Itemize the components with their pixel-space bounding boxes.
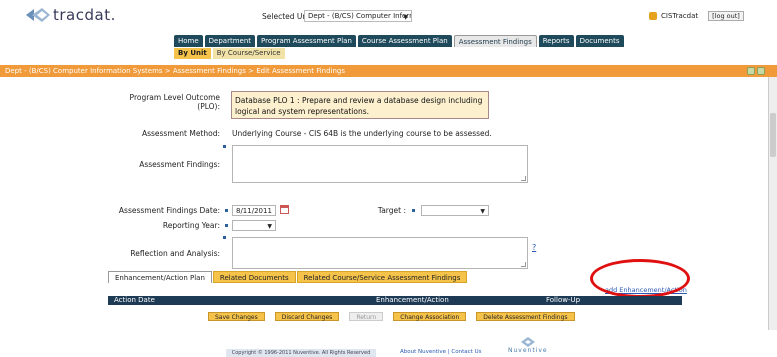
target-select[interactable]: ▼: [421, 205, 489, 216]
tab-documents[interactable]: Documents: [575, 35, 624, 47]
tracdat-logo[interactable]: tracdat.: [26, 6, 116, 24]
enhancement-table-header: Action Date Enhancement/Action Follow-Up: [108, 296, 682, 305]
findings-date-label: Assessment Findings Date:: [118, 206, 220, 215]
contact-us-link[interactable]: Contact Us: [451, 349, 481, 355]
assessment-method-label: Assessment Method:: [141, 129, 220, 138]
chevron-down-icon: ▼: [480, 208, 485, 215]
assessment-findings-label: Assessment Findings:: [139, 160, 220, 169]
tab-enhancement-action-plan[interactable]: Enhancement/Action Plan: [108, 271, 212, 283]
subtab-by-unit[interactable]: By Unit: [174, 48, 211, 59]
calendar-icon[interactable]: [280, 205, 289, 214]
nuventive-diamond-icon: [520, 337, 535, 347]
scrollbar-thumb[interactable]: [770, 113, 776, 157]
top-header: tracdat. Selected Unit: Dept - (B/CS) Co…: [0, 0, 777, 28]
help-link[interactable]: ?: [532, 243, 536, 252]
tab-program-assessment-plan[interactable]: Program Assessment Plan: [257, 35, 356, 47]
export-icon[interactable]: [757, 67, 765, 75]
action-buttons: Save Changes Discard Changes Return Chan…: [208, 312, 575, 321]
required-marker: [225, 224, 228, 227]
assessment-method-value: Underlying Course - CIS 64B is the under…: [232, 129, 492, 138]
reporting-year-select[interactable]: ▼: [232, 220, 276, 231]
user-area: CISTracdat [log out]: [649, 11, 744, 21]
required-marker: [412, 209, 415, 212]
logo-diamond-icon: [26, 8, 50, 22]
reflection-label: Reflection and Analysis:: [130, 249, 220, 258]
nuventive-logo: Nuventive: [508, 337, 548, 354]
user-name: CISTracdat: [661, 12, 699, 20]
tab-course-assessment-plan[interactable]: Course Assessment Plan: [357, 35, 452, 47]
save-changes-button[interactable]: Save Changes: [208, 312, 265, 321]
required-marker: [225, 209, 228, 212]
discard-changes-button[interactable]: Discard Changes: [274, 312, 340, 321]
breadcrumb: Dept - (B/CS) Computer Information Syste…: [0, 65, 777, 77]
findings-date-input[interactable]: 8/11/2011: [232, 205, 276, 216]
logo-text: tracdat.: [53, 6, 116, 24]
nuventive-logo-text: Nuventive: [508, 347, 548, 354]
selected-unit-value: Dept - (B/CS) Computer Information Syste…: [308, 12, 411, 20]
required-marker: [223, 145, 226, 148]
sub-nav-tabs: By Unit By Course/Service: [174, 48, 285, 59]
breadcrumb-tools: [747, 67, 765, 75]
main-nav-tabs: Home Department Program Assessment Plan …: [174, 35, 624, 47]
vertical-scrollbar[interactable]: [768, 77, 777, 330]
annotation-circle: [590, 259, 690, 298]
delete-findings-button[interactable]: Delete Assessment Findings: [476, 312, 575, 321]
plo-value: Database PLO 1 : Prepare and review a da…: [231, 91, 489, 119]
tab-home[interactable]: Home: [174, 35, 203, 47]
column-header-follow-up: Follow-Up: [546, 296, 581, 304]
plo-label: Program Level Outcome (PLO):: [129, 93, 220, 111]
user-icon: [649, 12, 657, 20]
tab-department[interactable]: Department: [204, 35, 256, 47]
target-label: Target :: [377, 206, 406, 215]
tab-reports[interactable]: Reports: [538, 35, 574, 47]
subtab-by-course-service[interactable]: By Course/Service: [212, 48, 285, 59]
about-nuventive-link[interactable]: About Nuventive: [400, 349, 446, 355]
tab-related-course-findings[interactable]: Related Course/Service Assessment Findin…: [296, 271, 468, 283]
footer-copyright: Copyright © 1996-2011 Nuventive. All Rig…: [226, 349, 376, 357]
return-button[interactable]: Return: [349, 312, 384, 321]
tab-assessment-findings[interactable]: Assessment Findings: [453, 35, 537, 47]
tab-related-documents[interactable]: Related Documents: [212, 271, 296, 283]
change-association-button[interactable]: Change Association: [393, 312, 467, 321]
findings-subtabs: Enhancement/Action Plan Related Document…: [108, 271, 468, 283]
assessment-findings-textarea[interactable]: [232, 145, 528, 183]
required-marker: [223, 236, 226, 239]
logout-button[interactable]: [log out]: [708, 11, 744, 21]
footer-separator: |: [447, 349, 450, 355]
print-icon[interactable]: [747, 67, 755, 75]
reflection-textarea[interactable]: [232, 237, 528, 269]
footer-links: About Nuventive | Contact Us: [400, 349, 481, 355]
column-header-enhancement-action: Enhancement/Action: [376, 296, 449, 304]
reporting-year-label: Reporting Year:: [162, 221, 220, 230]
chevron-down-icon: ▼: [403, 14, 408, 21]
column-header-action-date: Action Date: [114, 296, 155, 304]
breadcrumb-text: Dept - (B/CS) Computer Information Syste…: [5, 67, 346, 75]
chevron-down-icon: ▼: [267, 223, 272, 230]
selected-unit-select[interactable]: Dept - (B/CS) Computer Information Syste…: [304, 10, 412, 22]
